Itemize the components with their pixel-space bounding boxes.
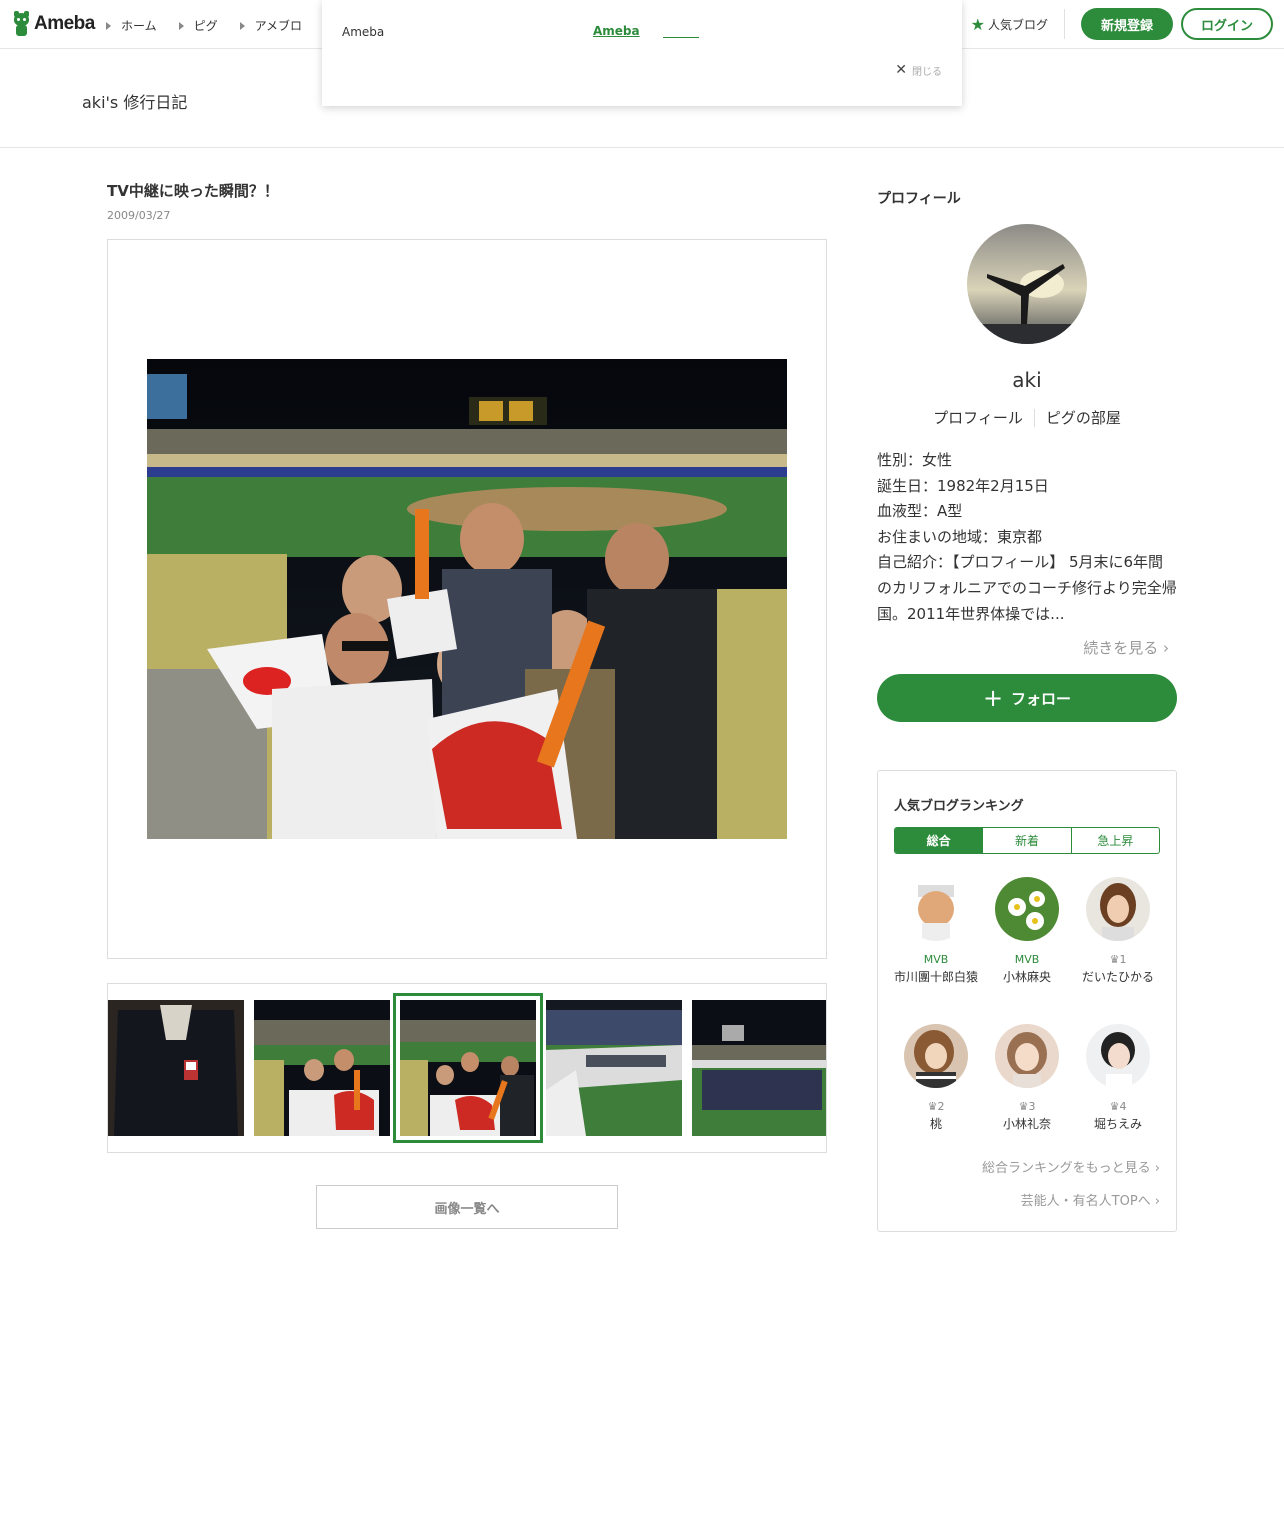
thumbnail[interactable]: [546, 1000, 682, 1136]
caret-right-icon: [178, 21, 184, 30]
popup-close-label: 閉じる: [912, 66, 942, 78]
tab-new[interactable]: 新着: [983, 828, 1072, 853]
rank-label: ♛1: [1109, 953, 1127, 966]
popup-link-secondary[interactable]: [663, 24, 699, 38]
popular-label: 人気ブログ: [987, 17, 1048, 32]
star-icon: ★: [970, 14, 985, 34]
avatar: [1086, 877, 1150, 941]
read-more-label: 続きを見る: [1083, 639, 1159, 657]
profile-gender: 性別：女性: [877, 451, 953, 469]
rank-label: ♛2: [927, 1100, 945, 1113]
ranking-item[interactable]: ♛3 小林礼奈: [982, 1024, 1072, 1132]
nav-label: アメブロ: [254, 19, 303, 33]
divider: [1064, 9, 1065, 39]
rank-label: ♛4: [1109, 1100, 1127, 1113]
profile-heading: プロフィール: [877, 191, 961, 207]
tab-rising[interactable]: 急上昇: [1072, 828, 1159, 853]
profile-avatar[interactable]: [967, 224, 1087, 344]
image-list-button[interactable]: 画像一覧へ: [316, 1185, 618, 1229]
logo-text: Ameba: [34, 13, 95, 34]
rank-label: MVB: [1014, 953, 1040, 966]
nav-item-pigg[interactable]: ピグ: [178, 17, 218, 34]
nav-item-ameblo[interactable]: アメブロ: [239, 17, 303, 34]
chevron-right-icon: ›: [1163, 639, 1169, 657]
active-thumbnail-highlight: [393, 993, 543, 1143]
celeb-top-link[interactable]: 芸能人・有名人TOPへ ›: [894, 1190, 1160, 1209]
ranking-item[interactable]: ♛2 桃: [891, 1024, 981, 1132]
ameba-mascot-icon: [12, 11, 31, 37]
profile-location: お住まいの地域：東京都: [877, 527, 1043, 546]
profile-intro: 自己紹介：【プロフィール】 5月末に6年間のカリフォルニアでのコーチ修行より完全…: [877, 553, 1177, 623]
profile-birthday: 誕生日：1982年2月15日: [877, 476, 1049, 495]
nav-label: ホーム: [121, 19, 157, 33]
caret-right-icon: [106, 21, 111, 30]
photo-viewer: [107, 239, 827, 959]
blogger-name: 小林礼奈: [1002, 1117, 1051, 1131]
read-more-link[interactable]: 続きを見る ›: [877, 637, 1177, 658]
main-photo[interactable]: [147, 359, 787, 839]
thumbnail[interactable]: [108, 1000, 244, 1136]
popular-blog-link[interactable]: ★ 人気ブログ: [971, 15, 1048, 34]
blogger-name: 小林麻央: [1002, 970, 1051, 984]
popup-text: Ameba: [342, 25, 385, 39]
nav-label: ピグ: [193, 19, 218, 33]
ranking-tabs: 総合 新着 急上昇: [894, 827, 1160, 854]
crown-icon: ♛: [1109, 1100, 1120, 1113]
blogger-name: 桃: [929, 1117, 942, 1131]
profile-links: プロフィール ピグの部屋: [877, 407, 1177, 428]
blogger-name: 堀ちえみ: [1093, 1117, 1142, 1131]
avatar: [904, 877, 968, 941]
ranking-heading: 人気ブログランキング: [894, 799, 1024, 814]
profile-name: aki: [1012, 368, 1042, 392]
caret-right-icon: [239, 21, 245, 30]
blogger-name: だいたひかる: [1081, 970, 1154, 984]
ranking-box: 人気ブログランキング 総合 新着 急上昇 MVB 市川團十郎白猿 MVB 小林麻…: [877, 770, 1177, 1232]
celeb-top-label: 芸能人・有名人TOPへ: [1020, 1194, 1151, 1209]
ranking-item[interactable]: ♛1 だいたひかる: [1073, 877, 1163, 985]
tab-overall[interactable]: 総合: [895, 828, 984, 853]
popup-link[interactable]: Ameba: [593, 24, 640, 38]
profile-link[interactable]: プロフィール: [933, 407, 1023, 428]
notice-popup: Ameba Ameba ✕ 閉じる: [322, 0, 962, 106]
follow-button[interactable]: + フォロー: [877, 674, 1177, 722]
follow-label: フォロー: [1011, 689, 1072, 708]
blog-title[interactable]: aki's 修行日記: [82, 89, 187, 113]
nav-item-home[interactable]: ホーム: [106, 17, 157, 34]
more-ranking-link[interactable]: 総合ランキングをもっと見る ›: [894, 1157, 1160, 1176]
crown-icon: ♛: [1109, 953, 1120, 966]
thumbnail-strip: [107, 983, 827, 1153]
crown-icon: ♛: [927, 1100, 938, 1113]
profile-info: 性別：女性 誕生日：1982年2月15日 血液型：A型 お住まいの地域：東京都 …: [877, 448, 1177, 627]
header-actions: ★ 人気ブログ 新規登録 ログイン: [971, 8, 1273, 40]
avatar: [995, 877, 1059, 941]
global-nav: ホーム ピグ アメブロ: [106, 17, 324, 34]
popup-close-button[interactable]: ✕ 閉じる: [895, 62, 942, 78]
pigg-room-link[interactable]: ピグの部屋: [1046, 407, 1121, 428]
close-icon: ✕: [895, 62, 907, 78]
ranking-item[interactable]: MVB 小林麻央: [982, 877, 1072, 985]
login-button[interactable]: ログイン: [1181, 8, 1273, 40]
plus-icon: +: [982, 684, 1004, 712]
profile-blood-type: 血液型：A型: [877, 502, 963, 521]
entry-title: TV中継に映った瞬間？！: [107, 182, 279, 200]
ameba-logo[interactable]: Ameba: [12, 11, 95, 37]
crown-icon: ♛: [1018, 1100, 1029, 1113]
rank-label: MVB: [923, 953, 949, 966]
chevron-right-icon: ›: [1154, 1161, 1160, 1176]
rank-label: ♛3: [1018, 1100, 1036, 1113]
chevron-right-icon: ›: [1154, 1194, 1160, 1209]
divider: [1033, 408, 1035, 427]
signup-button[interactable]: 新規登録: [1081, 8, 1173, 40]
avatar: [995, 1024, 1059, 1088]
thumbnail[interactable]: [692, 1000, 826, 1136]
avatar: [904, 1024, 968, 1088]
avatar: [1086, 1024, 1150, 1088]
blogger-name: 市川團十郎白猿: [893, 970, 978, 984]
more-ranking-label: 総合ランキングをもっと見る: [982, 1161, 1151, 1176]
ranking-item[interactable]: ♛4 堀ちえみ: [1073, 1024, 1163, 1132]
entry-date: 2009/03/27: [107, 209, 171, 222]
ranking-item[interactable]: MVB 市川團十郎白猿: [891, 877, 981, 985]
thumbnail[interactable]: [254, 1000, 390, 1136]
